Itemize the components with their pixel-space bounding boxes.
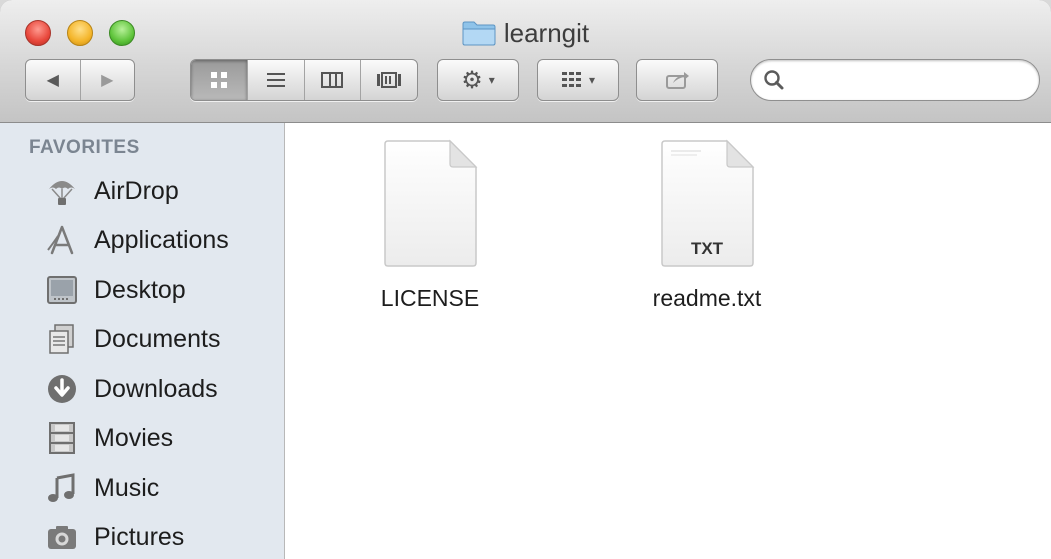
sidebar-item-label: Movies [94, 423, 174, 452]
applications-icon [44, 222, 80, 258]
sidebar-item-documents[interactable]: Documents [44, 319, 274, 359]
action-menu-button[interactable]: ⚙ ▾ [437, 59, 519, 101]
sidebar-item-downloads[interactable]: Downloads [44, 369, 274, 409]
file-name: readme.txt [652, 285, 762, 311]
icon-grid-icon [210, 72, 227, 88]
pictures-icon [44, 519, 80, 555]
finder-window: learngit ◀ ▶ ⚙ ▾ ▾ FAVORITES AirDrop App… [0, 0, 1051, 559]
text-document-icon: TXT [661, 139, 755, 267]
columns-icon [321, 72, 344, 88]
music-icon [44, 470, 80, 506]
sidebar-item-label: Pictures [94, 522, 185, 551]
sidebar-item-label: Desktop [94, 275, 186, 304]
chevron-down-icon: ▾ [488, 73, 495, 87]
sidebar-item-label: Music [94, 473, 160, 502]
sidebar-item-label: Downloads [94, 374, 218, 403]
sidebar-item-applications[interactable]: Applications [44, 220, 274, 260]
documents-icon [44, 321, 80, 357]
document-icon [384, 139, 478, 267]
forward-button[interactable]: ▶ [81, 60, 135, 100]
back-forward-control: ◀ ▶ [25, 59, 135, 101]
sidebar-item-movies[interactable]: Movies [44, 418, 274, 458]
window-title: learngit [503, 17, 590, 48]
back-arrow-icon: ◀ [46, 72, 59, 89]
icon-view-button[interactable] [191, 60, 248, 100]
search-input[interactable] [791, 66, 1031, 96]
sidebar: FAVORITES AirDrop Applications Desktop D… [0, 123, 285, 559]
sidebar-item-desktop[interactable]: Desktop [44, 270, 274, 310]
coverflow-icon [377, 72, 402, 88]
search-field[interactable] [750, 59, 1040, 101]
downloads-icon [44, 371, 80, 407]
sidebar-item-music[interactable]: Music [44, 468, 274, 508]
coverflow-view-button[interactable] [361, 60, 417, 100]
file-name: LICENSE [380, 285, 480, 311]
share-icon [666, 72, 689, 89]
title-bar: learngit ◀ ▶ ⚙ ▾ ▾ [0, 0, 1051, 123]
sidebar-item-pictures[interactable]: Pictures [44, 517, 274, 557]
forward-arrow-icon: ▶ [101, 72, 114, 89]
sidebar-item-label: Documents [94, 324, 221, 353]
view-mode-control [190, 59, 418, 101]
share-button[interactable] [636, 59, 718, 101]
column-view-button[interactable] [305, 60, 362, 100]
file-browser-content: LICENSE TXT readme.txt [285, 123, 1051, 559]
search-icon [764, 70, 784, 90]
arrange-grid-icon [561, 72, 581, 87]
back-button[interactable]: ◀ [26, 60, 81, 100]
chevron-down-icon: ▾ [588, 73, 596, 87]
sidebar-item-label: Applications [94, 225, 229, 254]
arrange-menu-button[interactable]: ▾ [537, 59, 619, 101]
list-view-button[interactable] [248, 60, 305, 100]
file-type-badge: TXT [691, 239, 724, 258]
airdrop-icon [44, 173, 80, 209]
sidebar-item-label: AirDrop [94, 176, 179, 205]
file-item-license[interactable]: LICENSE [330, 139, 530, 312]
gear-icon: ⚙ [461, 66, 483, 94]
list-lines-icon [266, 73, 285, 87]
window-title-area: learngit [0, 16, 1051, 50]
movies-icon [44, 420, 80, 456]
sidebar-section-favorites: FAVORITES [29, 137, 140, 158]
desktop-icon [44, 272, 80, 308]
folder-icon [462, 21, 496, 46]
sidebar-item-airdrop[interactable]: AirDrop [44, 171, 274, 211]
file-item-readme[interactable]: TXT readme.txt [607, 139, 807, 312]
